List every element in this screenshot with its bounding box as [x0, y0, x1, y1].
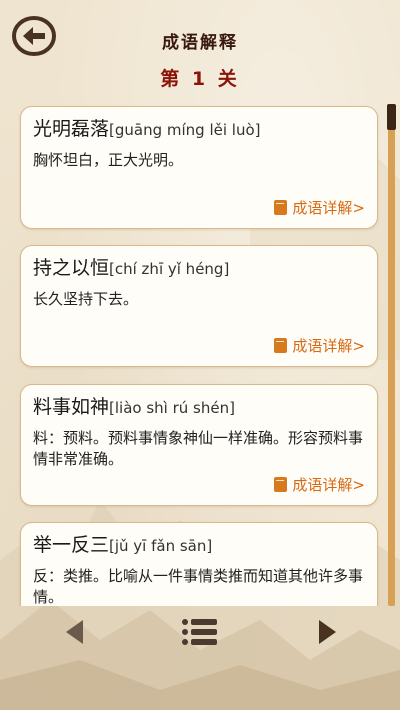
idiom-text: 持之以恒: [33, 257, 110, 279]
book-icon: [274, 477, 288, 492]
idiom-description: 胸怀坦白，正大光明。: [33, 151, 184, 169]
idiom-text: 光明磊落: [33, 118, 110, 140]
idiom-detail-link[interactable]: 成语详解>: [274, 197, 365, 218]
scrollbar[interactable]: [387, 104, 396, 606]
idiom-card: 持之以恒[chí zhī yǐ héng] 长久坚持下去。 成语详解>: [20, 245, 378, 367]
idiom-description: 长久坚持下去。: [33, 290, 139, 308]
idiom-text: 举一反三: [33, 534, 110, 556]
detail-label: 成语详解>: [292, 199, 365, 217]
idiom-header: 持之以恒[chí zhī yǐ héng]: [33, 256, 365, 281]
idiom-detail-link[interactable]: 成语详解>: [274, 474, 365, 495]
scrollbar-thumb[interactable]: [387, 104, 396, 130]
detail-label: 成语详解>: [292, 337, 365, 355]
idiom-description: 反：类推。比喻从一件事情类推而知道其他许多事情。: [33, 567, 364, 606]
triangle-left-icon: [66, 620, 83, 644]
idiom-header: 举一反三[jǔ yī fǎn sān]: [33, 533, 365, 558]
idiom-list[interactable]: 光明磊落[guāng míng lěi luò] 胸怀坦白，正大光明。 成语详解…: [0, 0, 400, 606]
idiom-description: 料：预料。预料事情象神仙一样准确。形容预料事情非常准确。: [33, 429, 364, 468]
idiom-card: 举一反三[jǔ yī fǎn sān] 反：类推。比喻从一件事情类推而知道其他许…: [20, 522, 378, 606]
idiom-card: 料事如神[liào shì rú shén] 料：预料。预料事情象神仙一样准确。…: [20, 384, 378, 506]
book-icon: [274, 200, 288, 215]
idiom-pinyin: [guāng míng lěi luò]: [109, 121, 261, 139]
detail-label: 成语详解>: [292, 476, 365, 494]
idiom-text: 料事如神: [33, 396, 110, 418]
triangle-right-icon: [319, 620, 336, 644]
idiom-pinyin: [chí zhī yǐ héng]: [109, 260, 230, 278]
idiom-card: 光明磊落[guāng míng lěi luò] 胸怀坦白，正大光明。 成语详解…: [20, 106, 378, 229]
idiom-pinyin: [jǔ yī fǎn sān]: [109, 537, 213, 555]
idiom-header: 料事如神[liào shì rú shén]: [33, 395, 365, 420]
idiom-header: 光明磊落[guāng míng lěi luò]: [33, 117, 365, 142]
prev-button[interactable]: [54, 612, 94, 652]
menu-lines-icon: [182, 619, 217, 645]
menu-button[interactable]: [178, 610, 222, 654]
bottom-nav: [0, 606, 400, 710]
idiom-pinyin: [liào shì rú shén]: [109, 399, 235, 417]
next-button[interactable]: [308, 612, 348, 652]
idiom-detail-link[interactable]: 成语详解>: [274, 335, 365, 356]
book-icon: [274, 338, 288, 353]
